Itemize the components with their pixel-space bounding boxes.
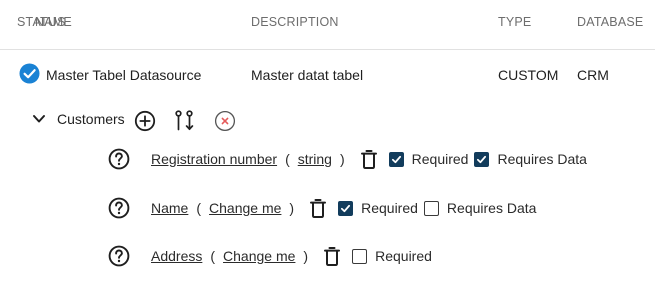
help-circle-icon[interactable] bbox=[108, 197, 130, 219]
field-row-address: Address ( Change me ) Required bbox=[108, 244, 432, 268]
field-name-link[interactable]: Registration number bbox=[151, 151, 277, 167]
required-checkbox[interactable] bbox=[352, 248, 368, 264]
close-paren: ) bbox=[303, 248, 309, 264]
column-header-description: DESCRIPTION bbox=[251, 15, 339, 29]
required-label: Required bbox=[411, 151, 469, 167]
requires-data-checkbox[interactable] bbox=[423, 200, 439, 216]
group-label: Customers bbox=[57, 111, 125, 127]
datasource-description: Master datat tabel bbox=[251, 67, 364, 83]
close-paren: ) bbox=[339, 151, 345, 167]
datasource-type: CUSTOM bbox=[498, 67, 559, 83]
requires-data-checkbox[interactable] bbox=[474, 151, 490, 167]
trash-icon[interactable] bbox=[310, 198, 327, 218]
required-label: Required bbox=[361, 200, 418, 216]
checkmark-icon bbox=[477, 155, 487, 163]
add-circle-icon[interactable] bbox=[134, 110, 156, 132]
field-row-name: Name ( Change me ) Required Requires Dat… bbox=[108, 196, 536, 220]
remove-circle-icon[interactable] bbox=[214, 110, 236, 132]
field-name-link[interactable]: Name bbox=[151, 200, 188, 216]
column-header-name: NAME bbox=[35, 15, 72, 29]
checkmark-icon bbox=[341, 204, 351, 212]
trash-icon[interactable] bbox=[324, 246, 341, 266]
open-paren: ( bbox=[196, 200, 202, 216]
datasource-database: CRM bbox=[577, 67, 609, 83]
relation-icon[interactable] bbox=[174, 110, 194, 132]
checkmark-icon bbox=[391, 155, 401, 163]
required-label: Required bbox=[375, 248, 432, 264]
requires-data-label: Requires Data bbox=[446, 200, 537, 216]
open-paren: ( bbox=[210, 248, 216, 264]
field-name-link[interactable]: Address bbox=[151, 248, 202, 264]
help-circle-icon[interactable] bbox=[108, 148, 130, 170]
header-divider bbox=[0, 49, 655, 50]
required-checkbox[interactable] bbox=[388, 151, 404, 167]
requires-data-label: Requires Data bbox=[497, 151, 587, 167]
help-circle-icon[interactable] bbox=[108, 245, 130, 267]
close-paren: ) bbox=[289, 200, 295, 216]
chevron-down-icon[interactable] bbox=[32, 114, 46, 124]
check-circle-icon bbox=[19, 63, 40, 84]
field-type-link[interactable]: Change me bbox=[223, 248, 295, 264]
trash-icon[interactable] bbox=[360, 149, 377, 169]
datasource-name: Master Tabel Datasource bbox=[46, 67, 202, 83]
column-header-database: DATABASE bbox=[577, 15, 644, 29]
open-paren: ( bbox=[285, 151, 290, 167]
field-row-registration-number: Registration number ( string ) Required … bbox=[108, 147, 587, 171]
column-header-type: TYPE bbox=[498, 15, 532, 29]
field-type-link[interactable]: Change me bbox=[209, 200, 281, 216]
required-checkbox[interactable] bbox=[338, 200, 354, 216]
field-type-link[interactable]: string bbox=[298, 151, 332, 167]
